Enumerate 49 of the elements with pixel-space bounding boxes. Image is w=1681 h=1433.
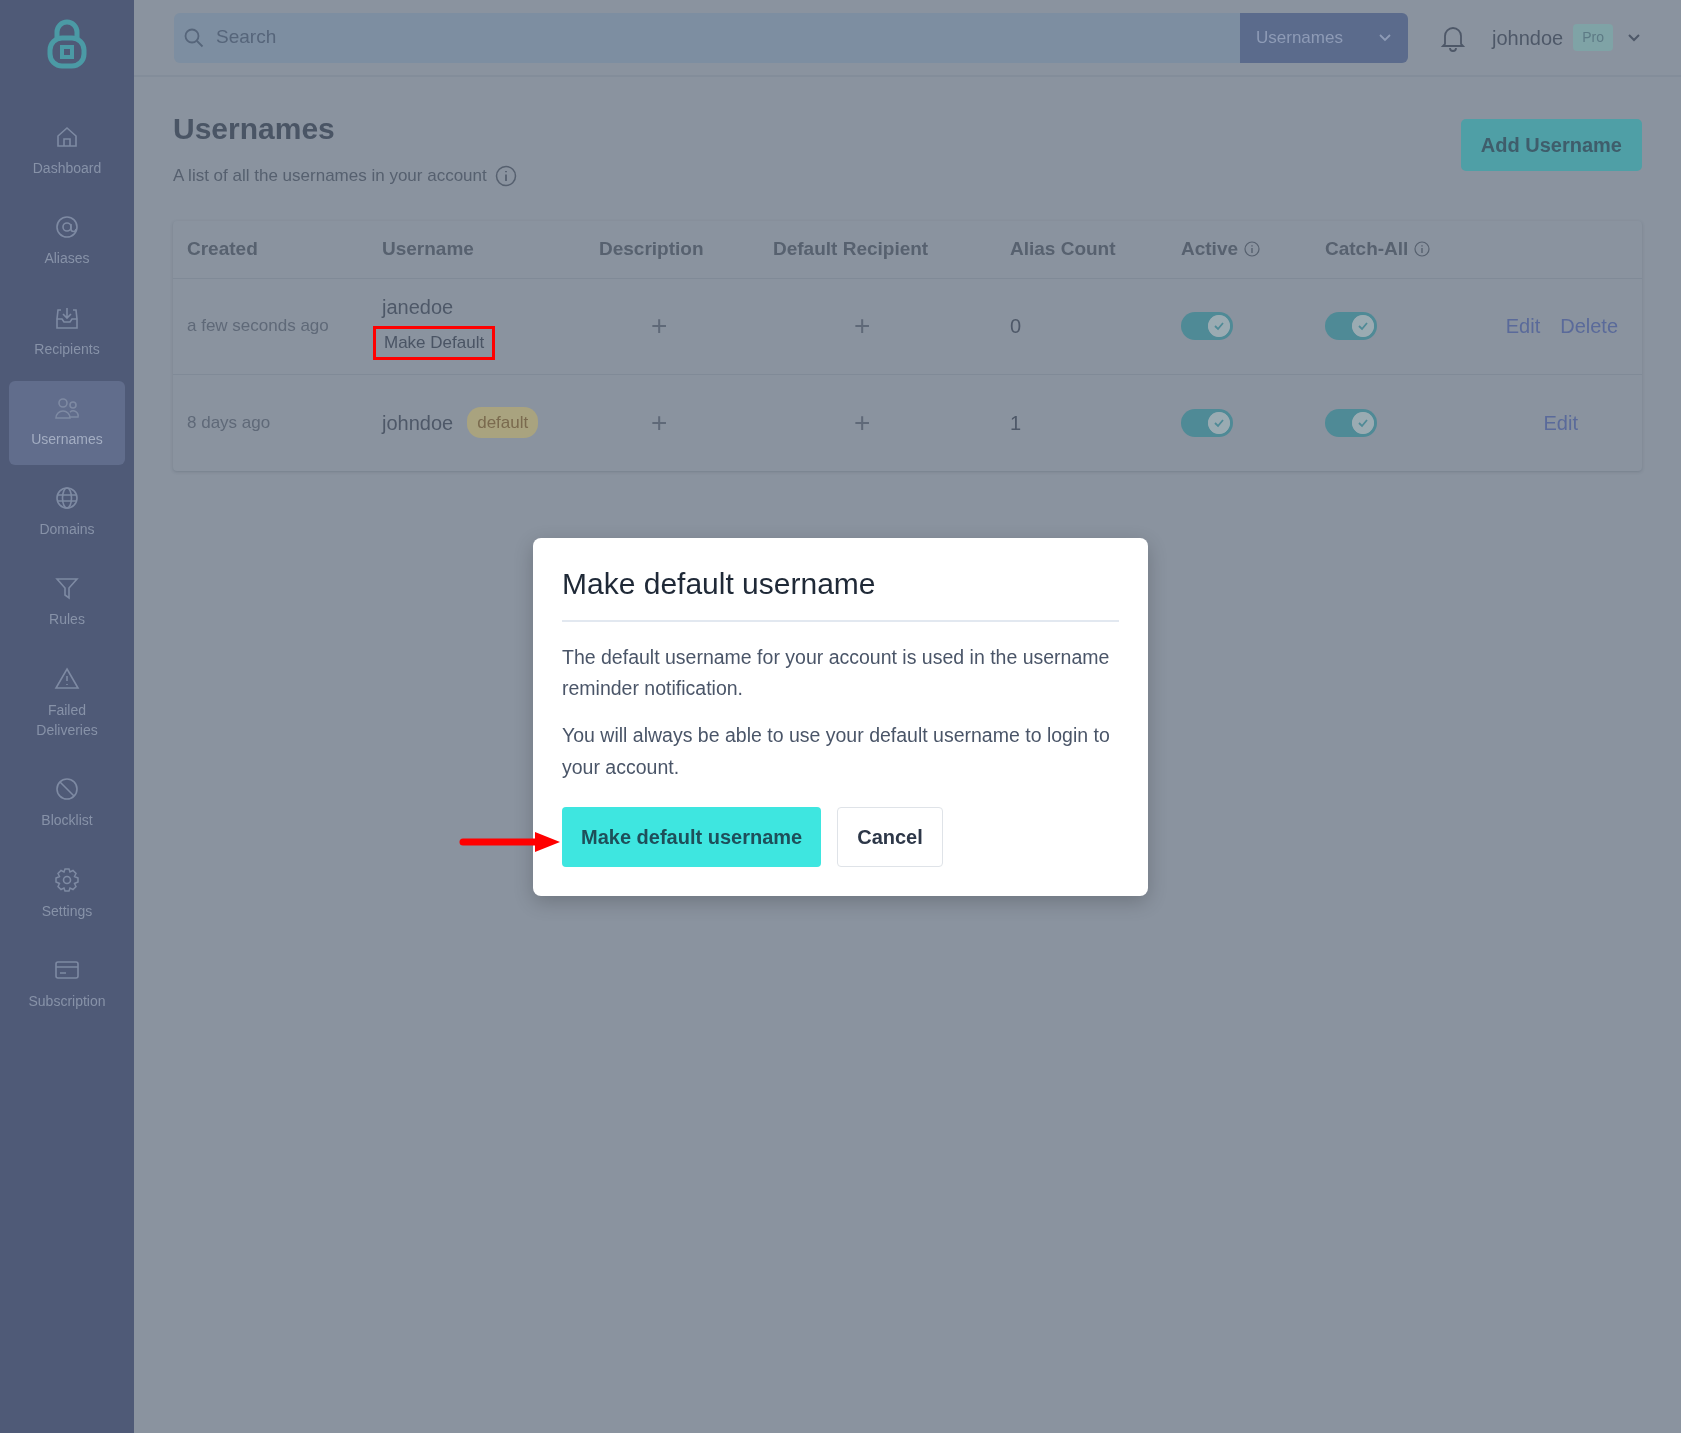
page-title: Usernames	[173, 111, 336, 147]
info-icon[interactable]	[1244, 241, 1261, 257]
sidebar-item[interactable]: Subscription	[9, 942, 125, 1028]
funnel-icon	[54, 575, 80, 602]
cancel-button[interactable]: Cancel	[837, 806, 943, 867]
user-name[interactable]: johndoe	[1492, 22, 1564, 53]
toggle-switch[interactable]	[1325, 408, 1377, 437]
modal-text: You will always be able to use your default username to login to your account.	[562, 723, 1111, 780]
sidebar-item[interactable]: Failed Deliveries	[9, 651, 125, 757]
sidebar-item[interactable]: Domains	[9, 471, 125, 556]
toggle-switch[interactable]	[1325, 312, 1377, 340]
add-recipient-button[interactable]: +	[854, 406, 871, 438]
warning-triangle-icon	[54, 665, 80, 692]
default-badge: default	[467, 406, 539, 439]
sidebar-item[interactable]: Aliases	[9, 200, 125, 285]
sidebar-item[interactable]: Settings	[9, 852, 125, 937]
chevron-down-icon	[1378, 32, 1392, 43]
sidebar-item[interactable]: Blocklist	[9, 762, 125, 847]
info-icon[interactable]	[1414, 241, 1431, 257]
add-description-button[interactable]: +	[651, 310, 668, 341]
prohibited-icon	[54, 776, 80, 803]
add-recipient-button[interactable]: +	[854, 310, 871, 341]
globe-icon	[54, 485, 80, 512]
alias-count: 1	[1010, 411, 1022, 434]
make-default-link[interactable]: Make Default	[373, 326, 496, 360]
toggle-knob	[1208, 315, 1230, 337]
toggle-knob	[1352, 315, 1374, 337]
settings-icon	[54, 866, 80, 893]
logo-icon	[47, 18, 87, 70]
modal-text: The default username for your account is used in the username reminder notification.	[562, 645, 1111, 702]
username-text: johndoe	[382, 410, 454, 436]
modal-title: Make default username	[562, 566, 877, 602]
sidebar-item[interactable]: Usernames	[9, 380, 125, 466]
toggle-knob	[1208, 411, 1230, 434]
alias-count: 0	[1010, 315, 1022, 337]
toggle-knob	[1352, 411, 1374, 434]
sidebar-item[interactable]: Dashboard	[9, 110, 125, 195]
toggle-switch[interactable]	[1181, 312, 1233, 340]
add-description-button[interactable]: +	[651, 406, 668, 438]
toggle-switch[interactable]	[1181, 408, 1233, 437]
at-sign-icon	[54, 214, 80, 241]
sidebar-item[interactable]: Recipients	[9, 290, 125, 375]
sidebar-item[interactable]: Rules	[9, 561, 125, 646]
add-username-button[interactable]: Add Username	[1460, 119, 1642, 171]
info-icon[interactable]	[494, 164, 517, 187]
house-icon	[54, 124, 80, 150]
confirm-button[interactable]: Make default username	[562, 806, 822, 867]
search-icon	[184, 27, 204, 48]
username-text: janedoe	[382, 295, 454, 321]
